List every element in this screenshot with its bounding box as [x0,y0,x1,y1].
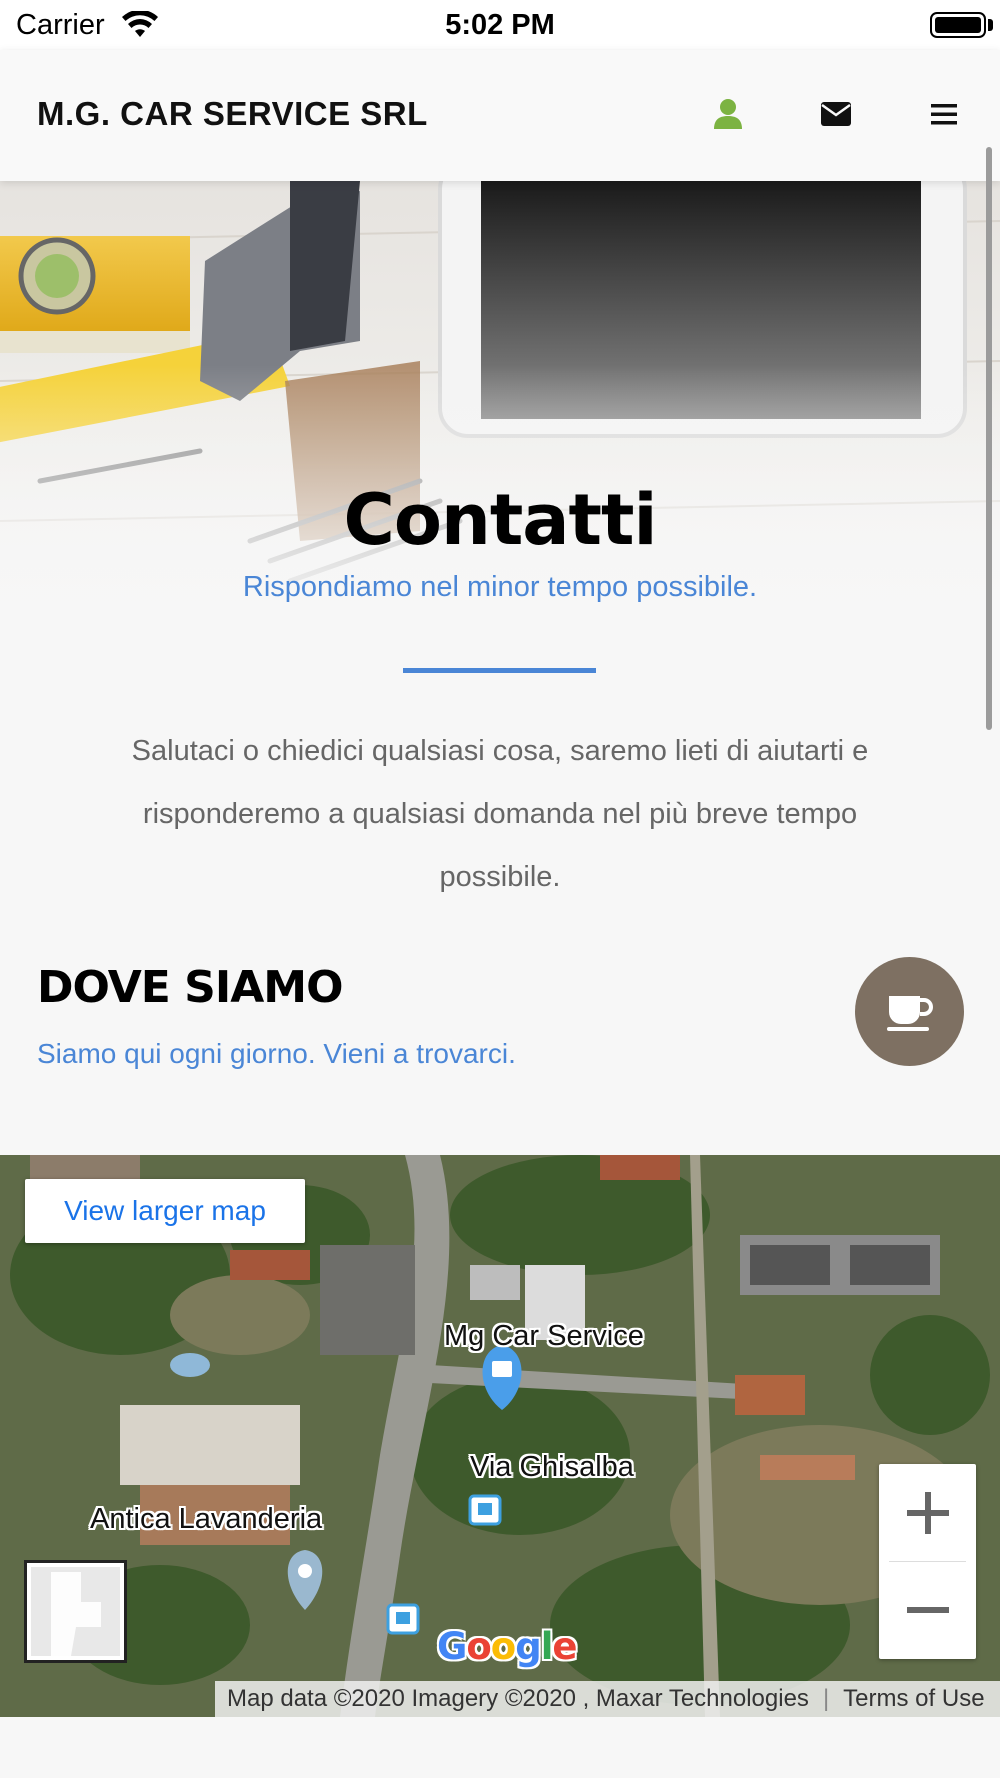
view-larger-map-button[interactable]: View larger map [25,1179,305,1243]
section-divider [403,668,596,673]
map-label-poi: Antica Lavanderia [90,1503,323,1535]
attribution-separator: | [822,1685,830,1712]
map-label-street: Via Ghisalba [470,1451,634,1483]
location-heading: DOVE SIAMO [37,962,343,1013]
battery-icon [930,12,986,38]
user-icon[interactable] [706,92,750,136]
zoom-controls [879,1464,976,1659]
navbar: M.G. CAR SERVICE SRL [0,50,1000,181]
map-label-business: Mg Car Service [444,1320,644,1352]
status-time: 5:02 PM [445,9,555,41]
street-view-pegman-icon[interactable] [24,1560,127,1663]
coffee-cup-icon [886,995,933,1031]
status-bar: Carrier 5:02 PM [0,0,1000,50]
map-attribution: Map data ©2020 Imagery ©2020 , Maxar Tec… [215,1681,1000,1717]
page-title: Contatti [343,479,658,561]
map-embed[interactable]: View larger map Mg Car Service Via Ghisa… [0,1155,1000,1717]
page-subtitle: Rispondiamo nel minor tempo possibile. [242,571,758,603]
coffee-cup-button[interactable] [855,957,964,1066]
brand-title[interactable]: M.G. CAR SERVICE SRL [37,95,428,133]
terms-of-use-link[interactable]: Terms of Use [843,1685,984,1713]
scrollbar[interactable] [986,147,992,730]
battery-tip [988,19,993,31]
hamburger-menu-icon[interactable] [922,92,966,136]
intro-text: Salutaci o chiedici qualsiasi cosa, sare… [131,735,869,893]
hero-banner: Contatti Rispondiamo nel minor tempo pos… [0,181,1000,641]
zoom-in-button[interactable] [879,1464,976,1561]
zoom-out-button[interactable] [879,1561,976,1658]
attribution-text: Map data ©2020 Imagery ©2020 , Maxar Tec… [227,1685,809,1712]
google-logo: Google [437,1625,578,1668]
location-subtitle: Siamo qui ogni giorno. Vieni a trovarci. [37,1038,516,1069]
envelope-icon[interactable] [814,92,858,136]
